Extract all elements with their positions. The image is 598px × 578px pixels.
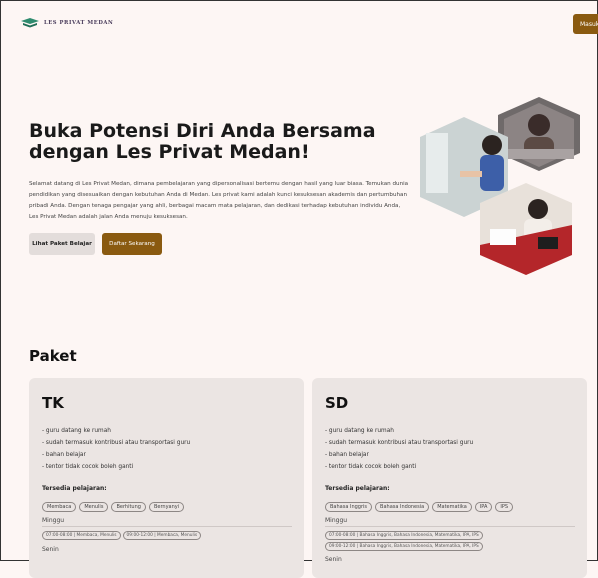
available-subjects-label: Tersedia pelajaran: [325,485,390,492]
subject-chip[interactable]: Bernyanyi [148,502,185,512]
subject-chip[interactable]: Berhitung [111,502,146,512]
feature-item: - guru datang ke rumah [42,428,111,434]
available-subjects-label: Tersedia pelajaran: [42,485,107,492]
login-button[interactable]: Masuk [573,14,598,34]
divider [42,526,292,527]
subject-chips: Membaca Menulis Berhitung Bernyanyi [42,502,185,512]
schedule-slots: 07:00-08:00 | Bahasa Inggris, Bahasa Ind… [325,531,575,551]
time-slot[interactable]: 09:00-12:00 | Membaca, Menulis [122,531,202,540]
hex-photo-top [498,97,580,171]
subject-chip[interactable]: IPA [474,502,493,512]
subject-chip[interactable]: Bahasa Inggris [325,502,373,512]
divider [325,526,575,527]
packages-title: Paket [29,347,77,365]
subject-chips: Bahasa Inggris Bahasa Indonesia Matemati… [325,502,514,512]
brand-logo[interactable]: LES PRIVAT MEDAN [20,17,113,29]
package-name: TK [42,394,64,412]
subject-chip[interactable]: Matematika [432,502,472,512]
feature-list: - guru datang ke rumah - sudah termasuk … [42,425,190,473]
feature-item: - bahan belajar [42,452,86,458]
package-name: SD [325,394,349,412]
schedule-day: Minggu [42,517,65,524]
register-button[interactable]: Daftar Sekarang [102,233,162,255]
brand-name: LES PRIVAT MEDAN [44,20,114,26]
time-slot[interactable]: 07:00-08:00 | Bahasa Inggris, Bahasa Ind… [325,531,483,540]
schedule-day: Senin [325,556,342,563]
feature-item: - bahan belajar [325,452,369,458]
package-card-tk[interactable]: TK - guru datang ke rumah - sudah termas… [29,378,304,578]
schedule-day: Minggu [325,517,348,524]
subject-chip[interactable]: Membaca [42,502,77,512]
feature-item: - sudah termasuk kontribusi atau transpo… [325,440,474,446]
feature-item: - tentor tidak cocok boleh ganti [325,464,417,470]
feature-item: - sudah termasuk kontribusi atau transpo… [42,440,191,446]
book-logo-icon [21,18,39,28]
subject-chip[interactable]: Bahasa Indonesia [375,502,430,512]
hero-hexagon-photos [420,97,580,275]
time-slot[interactable]: 09:00-12:00 | Bahasa Inggris, Bahasa Ind… [325,542,483,551]
schedule-day: Senin [42,546,59,553]
feature-item: - guru datang ke rumah [325,428,394,434]
feature-item: - tentor tidak cocok boleh ganti [42,464,134,470]
hero-title: Buka Potensi Diri Anda Bersama dengan Le… [29,120,376,163]
schedule-slots: 07:00-08:00 | Membaca, Menulis 09:00-12:… [42,531,292,540]
subject-chip[interactable]: IPS [495,502,514,512]
package-card-sd[interactable]: SD - guru datang ke rumah - sudah termas… [312,378,587,578]
subject-chip[interactable]: Menulis [79,502,109,512]
hero-description: Selamat datang di Les Privat Medan, dima… [29,181,409,220]
view-packages-button[interactable]: Lihat Paket Belajar [29,233,95,255]
feature-list: - guru datang ke rumah - sudah termasuk … [325,425,473,473]
time-slot[interactable]: 07:00-08:00 | Membaca, Menulis [42,531,121,540]
